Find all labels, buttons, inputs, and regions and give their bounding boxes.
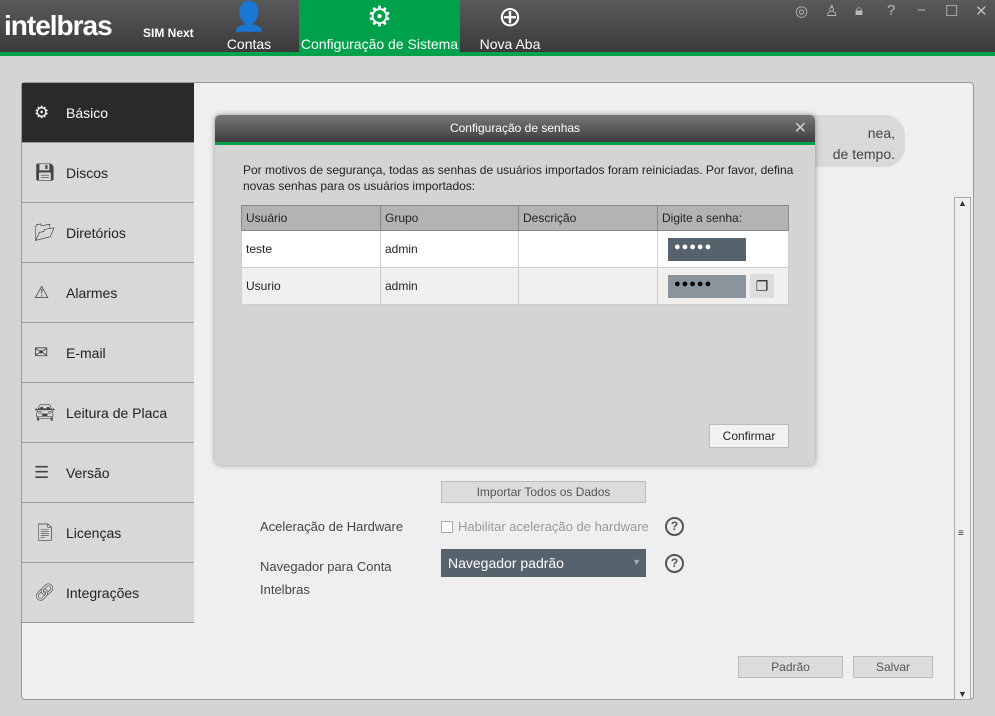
sidebar-item-label: Versão	[66, 464, 110, 481]
checkbox[interactable]	[441, 521, 453, 533]
column-header: Usuário	[241, 205, 381, 231]
table-row: Usurio admin ●●●●● ❐	[241, 267, 789, 305]
maximize-icon[interactable]: ☐	[945, 2, 958, 20]
scrollbar[interactable]: ▲ ≡ ▼	[954, 197, 971, 700]
sidebar-item-label: Integrações	[66, 584, 140, 601]
product-name: SIM Next	[143, 26, 194, 40]
license-icon: 📄︎	[34, 522, 56, 542]
dialog-message: Por motivos de segurança, todas as senha…	[243, 163, 794, 193]
column-header: Digite a senha:	[657, 205, 789, 231]
close-icon[interactable]: ✕	[975, 2, 988, 20]
default-button[interactable]: Padrão	[738, 656, 843, 678]
label-line: Navegador para Conta	[260, 559, 392, 574]
cell-user: teste	[241, 230, 381, 268]
hw-accel-label: Aceleração de Hardware	[260, 519, 404, 534]
lock-icon[interactable]: 🔒︎	[855, 2, 863, 19]
sidebar-item-label: Leitura de Placa	[66, 404, 168, 421]
tab-label: Nova Aba	[479, 36, 541, 52]
cell-desc	[518, 230, 658, 268]
column-header: Grupo	[380, 205, 519, 231]
gear-icon: ⚙	[34, 102, 50, 122]
sidebar-item-diretorios[interactable]: 📂︎ Diretórios	[22, 203, 194, 263]
gear-icon: ⚙	[366, 1, 393, 32]
status-icon[interactable]: ◎	[795, 2, 808, 20]
sidebar-item-label: Básico	[66, 104, 109, 121]
dialog-title: Configuração de senhas	[449, 121, 581, 135]
tab-label: Contas	[226, 36, 272, 52]
logo: intelbras	[4, 10, 113, 41]
sidebar-item-email[interactable]: ✉ E-mail	[22, 323, 194, 383]
cell-user: Usurio	[241, 267, 381, 305]
link-icon: 🔗︎	[34, 582, 56, 602]
sidebar-item-leitura-placa[interactable]: 🚘︎ Leitura de Placa	[22, 383, 194, 443]
folder-icon: 📂︎	[34, 222, 56, 242]
scroll-down-icon[interactable]: ▼	[955, 689, 970, 699]
column-header: Descrição	[518, 205, 658, 231]
sidebar: ⚙ Básico 💾︎ Discos 📂︎ Diretórios ⚠ Alarmes ✉…	[22, 83, 194, 623]
password-input[interactable]: ●●●●●	[668, 274, 746, 298]
tab-contas[interactable]: 👤 Contas	[214, 0, 284, 56]
hw-accel-checkbox[interactable]: Habilitar aceleração de hardware	[441, 519, 649, 534]
list-icon: ☰	[34, 462, 50, 482]
copy-icon[interactable]: ❐	[750, 274, 774, 298]
user-icon[interactable]: ♙	[825, 2, 838, 20]
sidebar-item-label: Licenças	[66, 524, 122, 541]
sidebar-item-discos[interactable]: 💾︎ Discos	[22, 143, 194, 203]
user-icon: 👤	[231, 1, 267, 32]
password-input[interactable]: ●●●●●	[668, 237, 746, 261]
save-button[interactable]: Salvar	[853, 656, 933, 678]
sidebar-item-label: Diretórios	[66, 224, 126, 241]
sidebar-item-label: E-mail	[66, 344, 106, 361]
sidebar-item-label: Alarmes	[66, 284, 118, 301]
sidebar-item-versao[interactable]: ☰ Versão	[22, 443, 194, 503]
password-dialog: Configuração de senhas ✕ Por motivos de s…	[215, 115, 815, 465]
tab-nova-aba[interactable]: ⊕ Nova Aba	[474, 0, 546, 56]
car-icon: 🚘︎	[34, 402, 56, 422]
tab-configuracao[interactable]: ⚙ Configuração de Sistema	[299, 0, 460, 56]
checkbox-label: Habilitar aceleração de hardware	[458, 519, 649, 534]
browser-select[interactable]: Navegador padrão ▼	[441, 549, 646, 577]
disk-icon: 💾︎	[34, 162, 56, 182]
cell-desc	[518, 267, 658, 305]
mail-icon: ✉	[34, 342, 49, 362]
warning-icon: ⚠	[34, 282, 50, 302]
confirm-button[interactable]: Confirmar	[709, 424, 789, 448]
sidebar-item-licencas[interactable]: 📄︎ Licenças	[22, 503, 194, 563]
chevron-down-icon: ▼	[632, 557, 641, 567]
close-icon[interactable]: ✕	[794, 115, 807, 142]
scroll-thumb[interactable]: ≡	[958, 528, 964, 539]
cell-group: admin	[380, 267, 519, 305]
tab-label: Configuração de Sistema	[300, 36, 459, 52]
help-icon[interactable]: ?	[665, 554, 684, 573]
minimize-icon[interactable]: −	[917, 2, 926, 19]
plus-circle-icon: ⊕	[498, 1, 522, 32]
table-row: teste admin ●●●●●	[241, 230, 789, 268]
help-icon[interactable]: ?	[665, 517, 684, 536]
cell-group: admin	[380, 230, 519, 268]
users-table: Usuário Grupo Descrição Digite a senha: tes…	[241, 205, 789, 305]
sidebar-item-label: Discos	[66, 164, 109, 181]
import-all-button[interactable]: Importar Todos os Dados	[441, 481, 646, 503]
help-icon[interactable]: ?	[887, 2, 895, 19]
dialog-header: Configuração de senhas ✕	[215, 115, 815, 145]
sidebar-item-alarmes[interactable]: ⚠ Alarmes	[22, 263, 194, 323]
scroll-up-icon[interactable]: ▲	[955, 198, 970, 208]
select-value: Navegador padrão	[448, 555, 564, 571]
sidebar-item-basico[interactable]: ⚙ Básico	[22, 83, 194, 143]
top-bar: intelbras SIM Next 👤 Contas ⚙ Configuração…	[0, 0, 995, 56]
label-line: Intelbras	[260, 582, 310, 597]
browser-label: Navegador para Conta Intelbras	[260, 555, 392, 601]
sidebar-item-integracoes[interactable]: 🔗︎ Integrações	[22, 563, 194, 623]
